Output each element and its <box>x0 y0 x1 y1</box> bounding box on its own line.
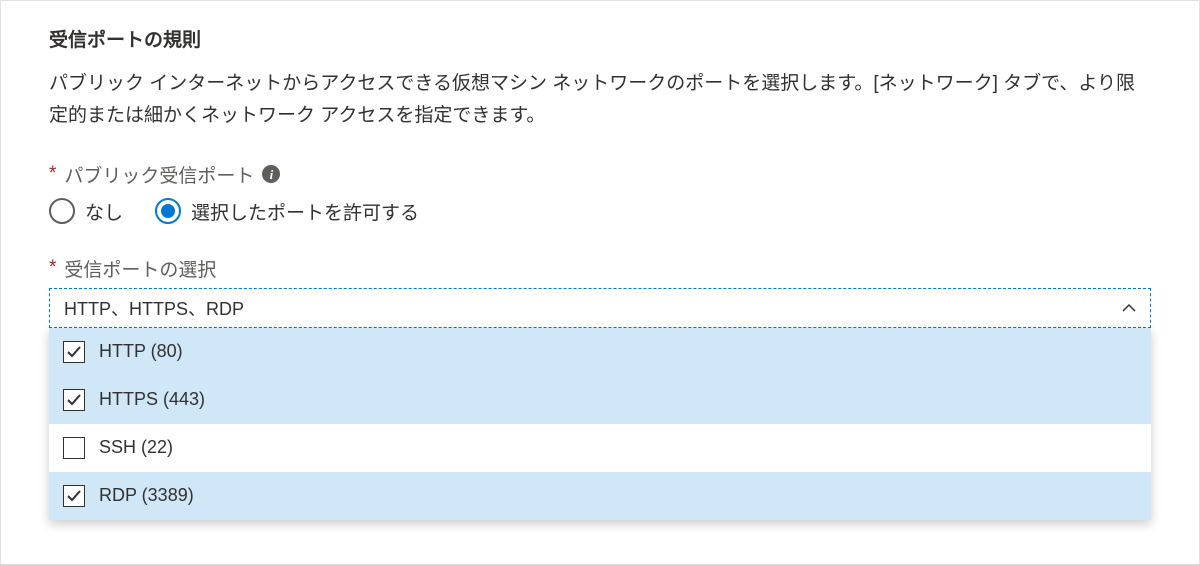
chevron-up-icon <box>1122 301 1136 315</box>
checkbox-checked-icon <box>63 389 85 411</box>
radio-option-none[interactable]: なし <box>49 198 123 225</box>
inbound-ports-dropdown: HTTP、HTTPS、RDP HTTP (80) HTTPS (443) SSH <box>49 288 1151 328</box>
required-indicator: * <box>49 257 56 279</box>
select-inbound-ports-label: 受信ポートの選択 <box>64 255 216 282</box>
radio-inner-dot <box>161 204 175 218</box>
radio-icon <box>49 198 75 224</box>
radio-label: なし <box>85 198 123 225</box>
public-inbound-ports-radio-group: なし 選択したポートを許可する <box>49 198 1151 225</box>
public-inbound-ports-label-row: * パブリック受信ポート i <box>49 161 1151 188</box>
dropdown-option-rdp[interactable]: RDP (3389) <box>49 472 1151 520</box>
section-heading: 受信ポートの規則 <box>49 25 1151 52</box>
inbound-port-rules-panel: 受信ポートの規則 パブリック インターネットからアクセスできる仮想マシン ネット… <box>0 0 1200 565</box>
dropdown-option-label: SSH (22) <box>99 437 173 458</box>
inbound-ports-dropdown-list: HTTP (80) HTTPS (443) SSH (22) RDP (3389… <box>49 328 1151 520</box>
select-inbound-ports-label-row: * 受信ポートの選択 <box>49 255 1151 282</box>
dropdown-option-http[interactable]: HTTP (80) <box>49 328 1151 376</box>
checkbox-checked-icon <box>63 341 85 363</box>
required-indicator: * <box>49 163 56 185</box>
section-description: パブリック インターネットからアクセスできる仮想マシン ネットワークのポートを選… <box>49 68 1151 133</box>
dropdown-option-label: HTTPS (443) <box>99 389 205 410</box>
radio-icon <box>155 198 181 224</box>
checkbox-checked-icon <box>63 485 85 507</box>
checkbox-unchecked-icon <box>63 437 85 459</box>
dropdown-option-label: RDP (3389) <box>99 485 194 506</box>
dropdown-option-label: HTTP (80) <box>99 341 183 362</box>
dropdown-option-https[interactable]: HTTPS (443) <box>49 376 1151 424</box>
radio-option-allow-selected[interactable]: 選択したポートを許可する <box>155 198 419 225</box>
dropdown-selected-value: HTTP、HTTPS、RDP <box>64 295 244 321</box>
dropdown-option-ssh[interactable]: SSH (22) <box>49 424 1151 472</box>
radio-label: 選択したポートを許可する <box>191 198 419 225</box>
info-icon[interactable]: i <box>262 165 280 183</box>
inbound-ports-dropdown-control[interactable]: HTTP、HTTPS、RDP <box>49 288 1151 328</box>
public-inbound-ports-label: パブリック受信ポート <box>64 161 254 188</box>
